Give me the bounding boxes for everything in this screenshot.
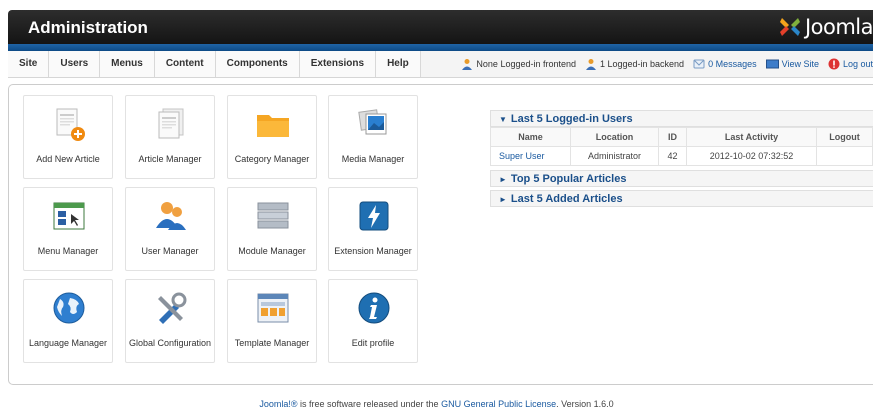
quickicon-template-manager[interactable]: Template Manager bbox=[227, 279, 317, 363]
column-header-last-activity[interactable]: Last Activity bbox=[686, 127, 817, 147]
license-link[interactable]: GNU General Public License bbox=[441, 399, 556, 407]
user-logout bbox=[816, 146, 873, 166]
user-name-link[interactable]: Super User bbox=[490, 146, 571, 166]
menu-components[interactable]: Components bbox=[216, 51, 300, 77]
quickicon-language-manager[interactable]: Language Manager bbox=[23, 279, 113, 363]
messages-link-text[interactable]: 0 Messages bbox=[708, 59, 757, 69]
footer-version: . Version 1.6.0 bbox=[556, 399, 614, 407]
joomla-logo[interactable]: Joomla bbox=[778, 15, 873, 39]
user-last-activity: 2012-10-02 07:32:52 bbox=[686, 146, 817, 166]
quickicon-label: Add New Article bbox=[36, 154, 100, 164]
header-accent-strip bbox=[8, 44, 873, 51]
user-id: 42 bbox=[658, 146, 687, 166]
quickicon-global-configuration[interactable]: Global Configuration bbox=[125, 279, 215, 363]
module-title: Last 5 Logged-in Users bbox=[510, 113, 633, 125]
column-header-logout: Logout bbox=[816, 127, 873, 147]
page-title: Administration bbox=[28, 18, 148, 37]
menu-content[interactable]: Content bbox=[155, 51, 216, 77]
module-icon bbox=[257, 202, 289, 229]
messages-link[interactable]: 0 Messages bbox=[693, 59, 757, 70]
media-icon bbox=[358, 109, 387, 135]
user-icon bbox=[462, 59, 473, 70]
triangle-right-icon: ► bbox=[499, 175, 507, 184]
quickicon-label: Global Configuration bbox=[128, 338, 212, 348]
quickicon-module-manager[interactable]: Module Manager bbox=[227, 187, 317, 271]
joomla-link[interactable]: Joomla!® bbox=[259, 399, 297, 407]
backend-status: 1 Logged-in backend bbox=[585, 58, 684, 70]
column-header-id[interactable]: ID bbox=[658, 127, 687, 147]
table-header-row: Name Location ID Last Activity Logout bbox=[490, 127, 873, 147]
header-bar: Administration Joomla bbox=[8, 10, 873, 44]
message-icon bbox=[693, 59, 705, 68]
users-icon bbox=[156, 202, 186, 230]
quickicon-label: Menu Manager bbox=[37, 246, 99, 256]
extension-icon bbox=[359, 201, 389, 231]
tools-icon bbox=[158, 292, 187, 324]
table-row: Super User Administrator 42 2012-10-02 0… bbox=[490, 146, 873, 166]
user-location: Administrator bbox=[570, 146, 659, 166]
quickicon-label: Media Manager bbox=[341, 154, 405, 164]
quickicon-article-manager[interactable]: Article Manager bbox=[125, 95, 215, 179]
quickicon-label: Module Manager bbox=[238, 246, 306, 256]
view-site-link-text[interactable]: View Site bbox=[782, 59, 819, 69]
monitor-icon bbox=[765, 59, 779, 68]
user-icon bbox=[586, 59, 596, 70]
column-header-location[interactable]: Location bbox=[570, 127, 659, 147]
joomla-brand-text: Joomla bbox=[804, 15, 873, 39]
menu-extensions[interactable]: Extensions bbox=[300, 51, 377, 77]
quickicon-edit-profile[interactable]: Edit profile bbox=[328, 279, 418, 363]
view-site-link[interactable]: View Site bbox=[765, 59, 819, 70]
quickicon-label: Template Manager bbox=[234, 338, 310, 348]
folder-icon bbox=[257, 115, 289, 137]
backend-status-text: 1 Logged-in backend bbox=[600, 59, 685, 69]
menu-menus[interactable]: Menus bbox=[100, 51, 155, 77]
module-title: Last 5 Added Articles bbox=[510, 193, 623, 205]
quickicon-label: Extension Manager bbox=[334, 246, 412, 256]
module-last-added-articles[interactable]: ► Last 5 Added Articles bbox=[490, 190, 873, 207]
menu-manager-icon bbox=[53, 202, 85, 230]
logout-icon bbox=[828, 58, 840, 70]
footer: Joomla!® is free software released under… bbox=[0, 399, 873, 407]
module-last-logged-in-users[interactable]: ▼ Last 5 Logged-in Users bbox=[490, 110, 873, 127]
quickicon-label: User Manager bbox=[141, 246, 199, 256]
menu-bar: Site Users Menus Content Components Exte… bbox=[8, 51, 873, 78]
footer-text: is free software released under the bbox=[297, 399, 442, 407]
column-header-name[interactable]: Name bbox=[490, 127, 571, 147]
quickicon-label: Edit profile bbox=[351, 338, 395, 348]
quickicon-category-manager[interactable]: Category Manager bbox=[227, 95, 317, 179]
globe-icon bbox=[53, 292, 85, 324]
quickicon-media-manager[interactable]: Media Manager bbox=[328, 95, 418, 179]
quickicon-label: Language Manager bbox=[28, 338, 108, 348]
main-menu: Site Users Menus Content Components Exte… bbox=[8, 51, 421, 77]
quickicon-add-new-article[interactable]: Add New Article bbox=[23, 95, 113, 179]
status-bar: None Logged-in frontend 1 Logged-in back… bbox=[452, 51, 873, 77]
logged-in-users-table: Name Location ID Last Activity Logout Su… bbox=[490, 127, 873, 166]
joomla-logo-icon bbox=[779, 18, 800, 36]
menu-site[interactable]: Site bbox=[8, 51, 50, 77]
logout-link[interactable]: Log out bbox=[828, 58, 873, 70]
quickicon-label: Article Manager bbox=[138, 154, 202, 164]
info-icon bbox=[358, 292, 390, 324]
module-top-popular-articles[interactable]: ► Top 5 Popular Articles bbox=[490, 170, 873, 187]
frontend-status: None Logged-in frontend bbox=[461, 58, 576, 70]
menu-help[interactable]: Help bbox=[376, 51, 421, 77]
module-title: Top 5 Popular Articles bbox=[510, 173, 627, 185]
triangle-down-icon: ▼ bbox=[499, 115, 507, 124]
menu-users[interactable]: Users bbox=[49, 51, 101, 77]
triangle-right-icon: ► bbox=[499, 195, 507, 204]
add-article-icon bbox=[56, 108, 85, 141]
quickicon-user-manager[interactable]: User Manager bbox=[125, 187, 215, 271]
frontend-status-text: None Logged-in frontend bbox=[476, 59, 576, 69]
quickicon-extension-manager[interactable]: Extension Manager bbox=[328, 187, 418, 271]
logout-link-text[interactable]: Log out bbox=[843, 59, 873, 69]
quickicon-label: Category Manager bbox=[234, 154, 310, 164]
quickicon-menu-manager[interactable]: Menu Manager bbox=[23, 187, 113, 271]
template-icon bbox=[257, 293, 289, 323]
article-manager-icon bbox=[158, 108, 184, 139]
